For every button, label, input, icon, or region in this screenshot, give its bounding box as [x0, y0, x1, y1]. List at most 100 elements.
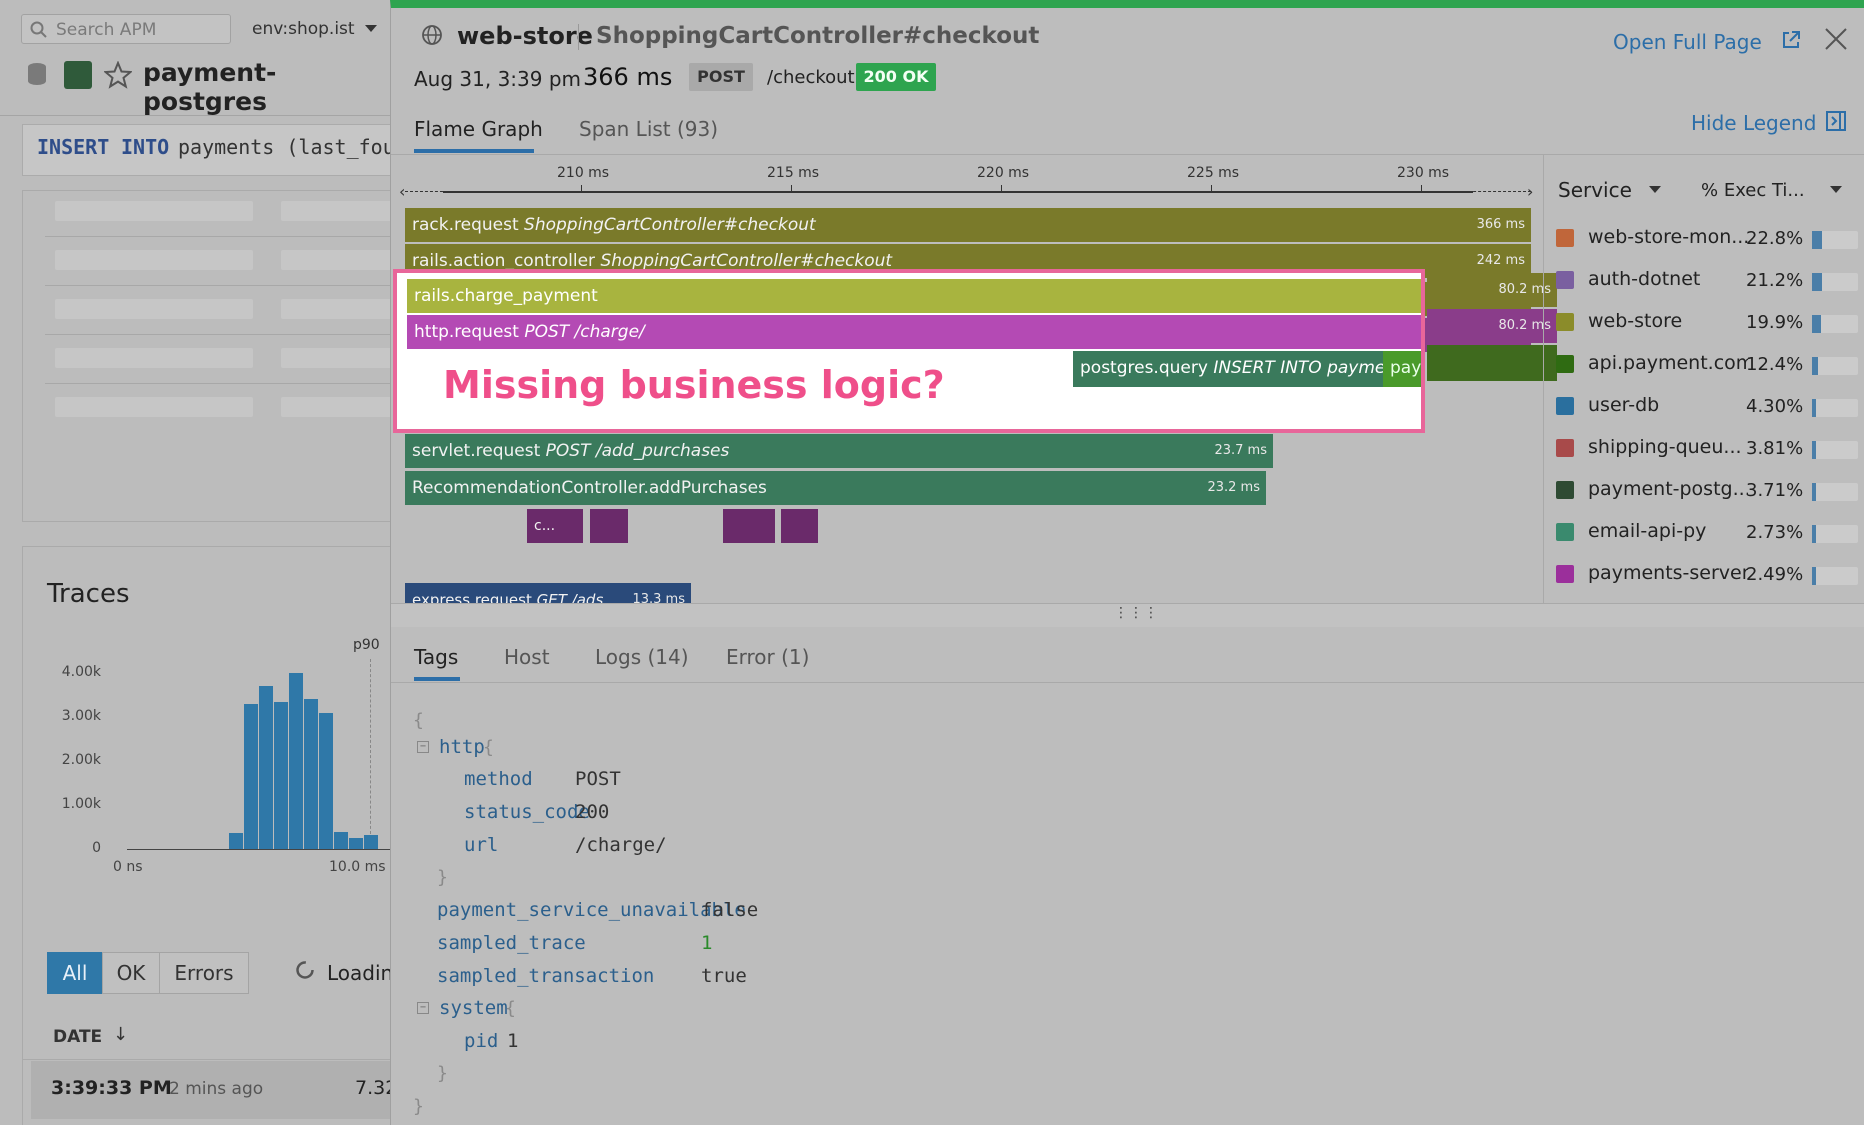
span-bar-remainder[interactable]: 80.2 ms: [1427, 273, 1557, 307]
histogram-bar[interactable]: [229, 833, 243, 849]
skeleton-line: [281, 397, 401, 417]
background-page: Search APM env:shop.ist payment-postgres…: [0, 0, 403, 1125]
date-column-header[interactable]: DATE: [53, 1027, 102, 1047]
span-bar[interactable]: express.request GET /ads 13.3 ms: [405, 583, 691, 603]
legend-row[interactable]: user-db 4.30%: [1556, 392, 1858, 422]
histogram-bar[interactable]: [319, 712, 333, 849]
tag-key-sampled-trace[interactable]: sampled_trace: [437, 932, 586, 954]
legend-service-name: user-db: [1588, 394, 1660, 416]
sql-query-box: INSERT INTO payments (last_fou: [22, 124, 402, 176]
span-bar[interactable]: RecommendationController.addPurchases 23.…: [405, 471, 1266, 505]
tag-key-system[interactable]: system: [439, 997, 508, 1019]
span-bar[interactable]: [723, 509, 775, 543]
span-bar[interactable]: rack.request ShoppingCartController#chec…: [405, 208, 1531, 242]
legend-service-name: web-store-mon...: [1588, 226, 1748, 248]
tag-key-pid[interactable]: pid: [464, 1030, 498, 1052]
legend-row[interactable]: payments-server 2.49%: [1556, 560, 1858, 590]
status-badge: 200 OK: [856, 63, 936, 91]
table-row[interactable]: 3:39:33 PM 2 mins ago 7.32: [31, 1061, 403, 1119]
caret-down-icon[interactable]: [1829, 185, 1843, 195]
p90-line: [370, 659, 371, 839]
arrow-down-icon[interactable]: ↓: [113, 1024, 128, 1045]
histogram-bar[interactable]: [334, 832, 348, 849]
open-full-page-link[interactable]: Open Full Page: [1613, 30, 1762, 54]
tag-key-method[interactable]: method: [464, 768, 533, 790]
close-icon[interactable]: [1823, 26, 1849, 52]
star-icon[interactable]: [104, 61, 132, 89]
filter-errors-button[interactable]: Errors: [159, 952, 249, 994]
tag-key-http[interactable]: http: [439, 736, 485, 758]
legend-service-name: payment-postg...: [1588, 478, 1748, 500]
filter-ok-button[interactable]: OK: [102, 952, 160, 994]
span-name: express.request: [412, 591, 532, 603]
panel-resize-handle[interactable]: ⋮⋮⋮: [391, 603, 1864, 627]
legend-col-service[interactable]: Service: [1558, 178, 1632, 202]
histogram-bar[interactable]: [244, 703, 258, 849]
span-bar[interactable]: [590, 509, 628, 543]
timeline-axis-solid: [443, 191, 1473, 193]
span-bar-http-request[interactable]: http.request POST /charge/: [407, 315, 1421, 349]
tab-error[interactable]: Error (1): [726, 645, 809, 669]
tag-key-url[interactable]: url: [464, 834, 498, 856]
legend-exec-percent: 22.8%: [1746, 228, 1804, 249]
legend-col-exec-time[interactable]: % Exec Ti...: [1701, 180, 1805, 201]
timeline-tick: 210 ms: [557, 165, 610, 181]
search-placeholder: Search APM: [56, 20, 157, 40]
histogram-bar[interactable]: [274, 701, 288, 849]
tick-mark: [1421, 185, 1422, 193]
exec-time-fill: [1812, 567, 1816, 585]
span-bar-charge-payment[interactable]: rails.charge_payment: [407, 279, 1421, 313]
histogram-bar[interactable]: [304, 699, 318, 849]
span-duration: 13.3 ms: [632, 592, 685, 603]
tag-key-payment-service-unavailable[interactable]: payment_service_unavailable: [437, 899, 746, 921]
span-bar-remainder[interactable]: 80.2 ms: [1427, 309, 1557, 343]
exec-time-fill: [1812, 273, 1822, 291]
span-bar[interactable]: c...: [527, 509, 583, 543]
drag-handle-icon[interactable]: ⋮⋮⋮: [1114, 605, 1159, 621]
divider: [45, 383, 403, 384]
legend-row[interactable]: api.payment.com 12.4%: [1556, 350, 1858, 380]
spinner-icon: [296, 961, 314, 979]
brace: }: [437, 867, 448, 888]
tag-key-status-code[interactable]: status_code: [464, 801, 590, 823]
tag-value-pid: 1: [507, 1030, 519, 1052]
external-link-icon[interactable]: [1781, 30, 1801, 50]
collapse-toggle-icon[interactable]: −: [417, 741, 429, 753]
legend-row[interactable]: auth-dotnet 21.2%: [1556, 266, 1858, 296]
histogram-bar[interactable]: [364, 834, 378, 849]
legend-exec-percent: 3.71%: [1746, 480, 1804, 501]
legend-row[interactable]: shipping-queu... 3.81%: [1556, 434, 1858, 464]
span-bar-payment-api-remainder[interactable]: [1427, 345, 1557, 381]
tab-host[interactable]: Host: [504, 645, 550, 669]
span-bar-postgres-query[interactable]: postgres.query INSERT INTO payments ...: [1073, 351, 1415, 387]
legend-row[interactable]: payment-postg... 3.71%: [1556, 476, 1858, 506]
search-box[interactable]: Search APM: [21, 14, 231, 44]
y-tick-label: 3.00k: [61, 708, 101, 724]
legend-row[interactable]: email-api-py 2.73%: [1556, 518, 1858, 548]
histogram-bar[interactable]: [259, 686, 273, 849]
caret-down-icon[interactable]: [1648, 185, 1662, 195]
legend-row[interactable]: web-store-mon... 22.8%: [1556, 224, 1858, 254]
span-bar[interactable]: [781, 509, 818, 543]
tab-logs[interactable]: Logs (14): [595, 645, 689, 669]
tab-flame-graph[interactable]: Flame Graph: [414, 117, 543, 141]
panel-service-name: web-store: [457, 22, 593, 50]
tag-key-sampled-transaction[interactable]: sampled_transaction: [437, 965, 654, 987]
collapse-legend-icon[interactable]: [1825, 110, 1847, 132]
span-bar-payment-api[interactable]: payment_api: [1383, 351, 1421, 387]
span-duration: 23.7 ms: [1214, 443, 1267, 458]
search-icon: [30, 21, 47, 38]
hide-legend-button[interactable]: Hide Legend: [1691, 111, 1816, 135]
span-bar[interactable]: servlet.request POST /add_purchases 23.7 …: [405, 434, 1273, 468]
histogram-bar[interactable]: [349, 838, 363, 849]
legend-row[interactable]: web-store 19.9%: [1556, 308, 1858, 338]
collapse-toggle-icon[interactable]: −: [417, 1002, 429, 1014]
trace-duration: 366 ms: [583, 63, 673, 91]
x-tick-label: 0 ns: [113, 859, 143, 875]
histogram-bar[interactable]: [289, 673, 303, 849]
tab-span-list[interactable]: Span List (93): [579, 117, 718, 141]
env-selector[interactable]: env:shop.ist: [252, 19, 355, 39]
legend-exec-percent: 12.4%: [1746, 354, 1804, 375]
filter-all-button[interactable]: All: [47, 952, 103, 994]
tab-tags[interactable]: Tags: [414, 645, 458, 669]
